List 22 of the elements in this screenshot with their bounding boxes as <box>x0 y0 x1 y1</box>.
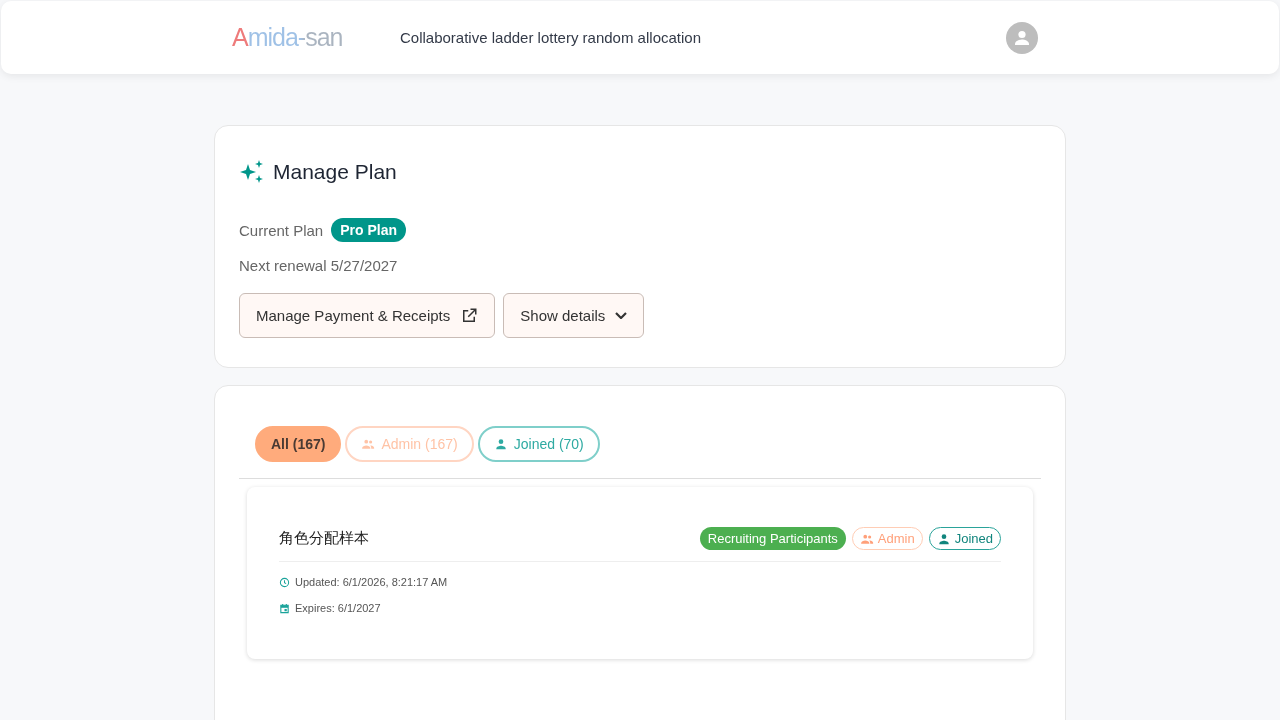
lottery-title: 角色分配样本 <box>279 529 369 548</box>
sparkle-icon <box>239 159 265 185</box>
details-button[interactable]: Show details <box>503 293 645 338</box>
external-link-icon <box>460 306 479 325</box>
current-plan-label: Current Plan <box>239 221 324 239</box>
calendar-icon <box>279 602 290 614</box>
chevron-down-icon <box>615 312 628 319</box>
updated-time: Updated: 6/1/2026, 8:21:17 AM <box>295 576 448 588</box>
filter-tab[interactable]: All (167) <box>255 426 342 462</box>
tagline: Collaborative ladder lottery random allocation <box>400 29 701 46</box>
plan-badge: Pro Plan <box>331 218 406 242</box>
renewal-date: Next renewal 5/27/2027 <box>239 257 399 274</box>
person-icon <box>936 531 951 546</box>
person-icon <box>493 437 508 451</box>
status-badge: Recruiting Participants <box>699 527 846 550</box>
lottery-card[interactable]: 角色分配样本 Recruiting Participants Admin Joined Updated: 6/1/2026, 8:21:17 AM Expires: 6/1/2027 <box>247 487 1033 659</box>
card-title: Manage Plan <box>273 160 397 184</box>
payment-button[interactable]: Manage Payment & Receipts <box>239 293 496 338</box>
expiry-date: Expires: 6/1/2027 <box>295 602 381 614</box>
avatar-icon[interactable] <box>1006 21 1038 54</box>
clock-icon <box>279 576 290 588</box>
people-icon <box>361 437 376 451</box>
